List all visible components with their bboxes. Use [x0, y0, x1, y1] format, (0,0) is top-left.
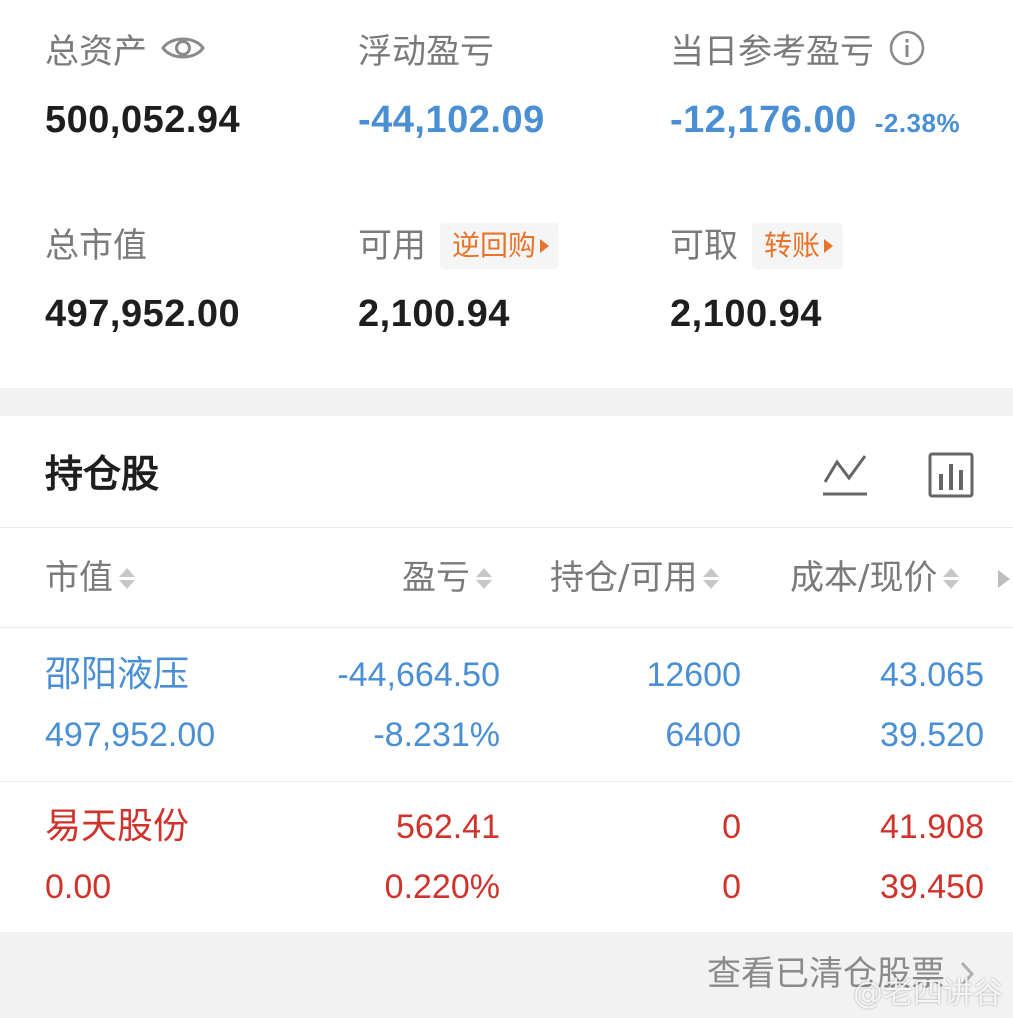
sort-icon	[119, 567, 135, 589]
floating-pl-label: 浮动盈亏	[358, 32, 494, 72]
stock-name: 邵阳液压	[45, 654, 190, 695]
daily-pl-value-wrap: -12,176.00 -2.38%	[670, 98, 960, 145]
transfer-button[interactable]: 转账	[752, 223, 844, 269]
stock-available: 6400	[665, 716, 741, 754]
column-label: 市值	[45, 558, 113, 598]
footer: 查看已清仓股票 @老四讲谷	[0, 932, 1013, 1018]
account-summary: 总资产 500,052.94 浮动盈亏 -44,102.09 当日参考盈亏 -1…	[0, 0, 1013, 388]
bar-chart-icon[interactable]	[926, 450, 976, 500]
eye-icon[interactable]	[161, 32, 205, 72]
info-icon[interactable]	[888, 29, 926, 76]
stock-market-value: 497,952.00	[45, 716, 216, 754]
sort-icon	[476, 567, 492, 589]
line-chart-icon[interactable]	[820, 450, 870, 500]
stock-cost: 41.908	[880, 808, 984, 846]
column-label: 成本/现价	[790, 558, 938, 598]
sort-icon	[943, 567, 960, 589]
stock-name: 易天股份	[45, 806, 190, 847]
available-value: 2,100.94	[358, 293, 510, 335]
holdings-column-headers: 市值 盈亏 持仓/可用 成本/现价	[0, 528, 1013, 628]
daily-pl-value: -12,176.00	[670, 99, 857, 141]
transfer-label: 转账	[764, 229, 821, 262]
total-assets-label: 总资产	[45, 32, 147, 72]
market-value-label: 总市值	[45, 226, 147, 266]
holdings-header: 持仓股	[0, 416, 1013, 528]
stock-market-value: 0.00	[45, 868, 112, 906]
daily-pl: 当日参考盈亏 -12,176.00 -2.38%	[670, 30, 960, 141]
reverse-repo-label: 逆回购	[452, 229, 537, 262]
scroll-right-icon[interactable]	[998, 570, 1010, 588]
column-pl[interactable]: 盈亏	[402, 558, 492, 598]
watermark: @老四讲谷	[853, 976, 1003, 1011]
column-market-value[interactable]: 市值	[45, 558, 135, 598]
total-assets-value: 500,052.94	[45, 99, 241, 141]
withdrawable-label: 可取	[670, 226, 738, 266]
caret-right-icon	[540, 239, 550, 253]
market-value: 总市值 497,952.00	[45, 226, 240, 335]
stock-pl-pct: -8.231%	[373, 716, 500, 754]
daily-pl-label: 当日参考盈亏	[670, 32, 874, 72]
reverse-repo-button[interactable]: 逆回购	[440, 223, 560, 269]
stock-pl-pct: 0.220%	[384, 868, 500, 906]
stock-price: 39.520	[880, 716, 984, 754]
table-row[interactable]: 易天股份 0.00 562.41 0.220% 0 0 41.908 39.45…	[0, 781, 1013, 933]
total-assets: 总资产 500,052.94	[45, 32, 240, 141]
floating-pl-value: -44,102.09	[358, 99, 545, 141]
available-label: 可用	[358, 226, 426, 266]
withdrawable-value: 2,100.94	[670, 293, 822, 335]
stock-available: 0	[722, 868, 741, 906]
table-row[interactable]: 邵阳液压 497,952.00 -44,664.50 -8.231% 12600…	[0, 629, 1013, 781]
withdrawable-funds: 可取 转账 2,100.94	[670, 222, 844, 335]
sort-icon	[703, 567, 720, 589]
stock-cost: 43.065	[880, 656, 984, 694]
daily-pl-pct: -2.38%	[874, 108, 961, 138]
holdings-title: 持仓股	[45, 452, 160, 496]
column-label: 盈亏	[402, 558, 470, 598]
column-label: 持仓/可用	[550, 558, 698, 598]
stock-price: 39.450	[880, 868, 984, 906]
column-position[interactable]: 持仓/可用	[550, 558, 720, 598]
section-divider	[0, 388, 1013, 416]
caret-right-icon	[824, 239, 834, 253]
stock-pl: 562.41	[396, 808, 500, 846]
column-cost-price[interactable]: 成本/现价	[790, 558, 960, 598]
stock-position: 0	[722, 808, 741, 846]
stock-pl: -44,664.50	[337, 656, 500, 694]
floating-pl: 浮动盈亏 -44,102.09	[358, 32, 544, 141]
market-value-value: 497,952.00	[45, 293, 241, 335]
available-funds: 可用 逆回购 2,100.94	[358, 222, 560, 335]
stock-position: 12600	[646, 656, 741, 694]
